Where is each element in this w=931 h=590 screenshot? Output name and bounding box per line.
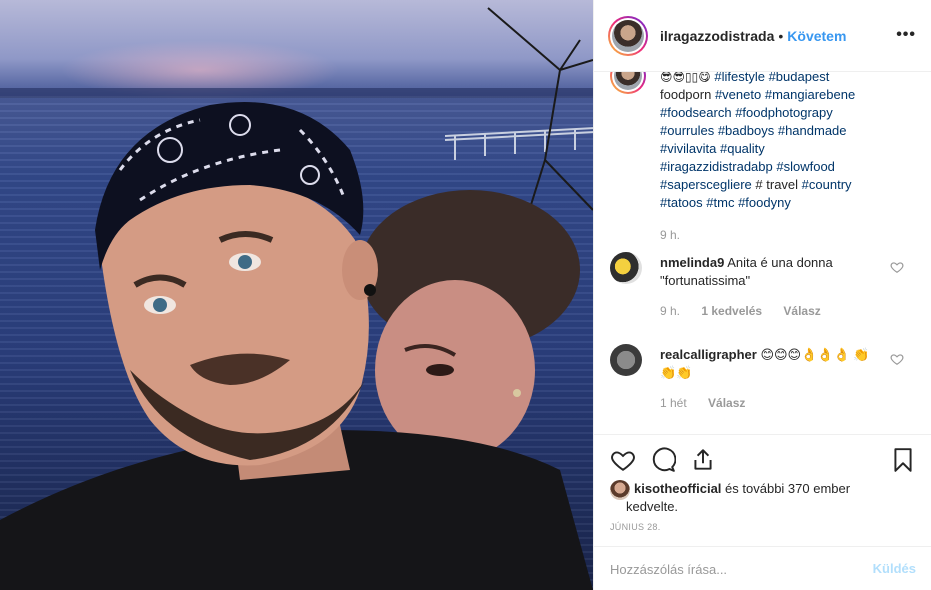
author-username[interactable]: ilragazzodistrada <box>660 28 774 44</box>
post-caption: 😎😎▯▯😋 #lifestyle #budapest foodporn #ven… <box>660 72 920 212</box>
hashtag-link[interactable]: #country <box>802 177 852 192</box>
caption-word: foodporn <box>660 87 712 102</box>
author-avatar[interactable] <box>608 15 648 56</box>
post-header: ilragazzodistrada • Követem ••• <box>594 0 931 72</box>
comment-time[interactable]: 1 hét <box>660 396 687 410</box>
people-selfie <box>0 0 593 590</box>
comment-likes[interactable]: 1 kedvelés <box>701 304 762 318</box>
hashtag-link[interactable]: #quality <box>720 141 765 156</box>
comment-meta: 1 hét Válasz <box>660 396 745 410</box>
comments-list[interactable]: 😎😎▯▯😋 #lifestyle #budapest foodporn #ven… <box>594 72 931 434</box>
hashtag-link[interactable]: #foodyny <box>738 195 791 210</box>
hashtag-link[interactable]: #iragazzidistradabp <box>660 159 773 174</box>
hashtag-link[interactable]: #vivilavita <box>660 141 716 156</box>
post-photo[interactable] <box>0 0 593 590</box>
hashtag-link[interactable]: #badboys <box>718 123 774 138</box>
comment-like-icon[interactable] <box>890 260 904 274</box>
comment-time[interactable]: 9 h. <box>660 304 680 318</box>
heart-icon[interactable] <box>610 447 636 473</box>
follow-button[interactable]: Követem <box>787 28 846 44</box>
hashtag-link[interactable]: #tmc <box>706 195 734 210</box>
comment-text-block: realcalligrapher 😊😊😊👌👌👌 👏👏👏 <box>660 346 880 382</box>
liker-username[interactable]: kisotheofficial <box>626 481 721 496</box>
hashtag-link[interactable]: #slowfood <box>776 159 835 174</box>
hashtag-link[interactable]: #foodphotograpy <box>735 105 833 120</box>
caption-word: # travel <box>755 177 799 192</box>
comment-like-icon[interactable] <box>890 352 904 366</box>
post-date[interactable]: JÚNIUS 28. <box>610 522 661 532</box>
comment-text-block: nmelinda9 Anita é una donna "fortunatiss… <box>660 254 880 290</box>
comment-username[interactable]: nmelinda9 <box>660 255 724 270</box>
hashtag-link[interactable]: #budapest <box>769 72 830 84</box>
hashtag-link[interactable]: #lifestyle <box>714 72 765 84</box>
caption-avatar[interactable] <box>610 72 646 94</box>
comment-username[interactable]: realcalligrapher <box>660 347 757 362</box>
hashtag-link[interactable]: #foodsearch <box>660 105 732 120</box>
more-icon[interactable]: ••• <box>896 26 916 44</box>
commenter-avatar[interactable] <box>610 252 642 284</box>
post-actions <box>594 434 931 482</box>
hashtag-link[interactable]: #handmade <box>778 123 847 138</box>
commenter-avatar[interactable] <box>610 344 642 376</box>
bookmark-icon[interactable] <box>890 447 916 473</box>
hashtag-link[interactable]: #saperscegliere <box>660 177 752 192</box>
add-comment-bar: Küldés <box>594 546 931 590</box>
post-side-panel: ilragazzodistrada • Követem ••• 😎😎▯▯😋 #l… <box>593 0 931 590</box>
reply-button[interactable]: Válasz <box>783 304 820 318</box>
separator-dot: • <box>778 27 784 44</box>
comment-meta: 9 h. 1 kedvelés Válasz <box>660 304 821 318</box>
comment-icon[interactable] <box>650 447 676 473</box>
reply-button[interactable]: Válasz <box>708 396 745 410</box>
caption-time[interactable]: 9 h. <box>660 228 680 242</box>
likes-text: kisotheofficial és további 370 ember ked… <box>626 480 886 516</box>
hashtag-link[interactable]: #mangiarebene <box>765 87 855 102</box>
share-icon[interactable] <box>690 447 716 473</box>
hashtag-link[interactable]: #ourrules <box>660 123 714 138</box>
hashtag-link[interactable]: #tatoos <box>660 195 703 210</box>
hashtag-link[interactable]: #veneto <box>715 87 761 102</box>
send-button[interactable]: Küldés <box>873 561 916 576</box>
caption-emojis: 😎😎▯▯😋 <box>660 72 711 84</box>
comment-input[interactable] <box>610 559 840 579</box>
